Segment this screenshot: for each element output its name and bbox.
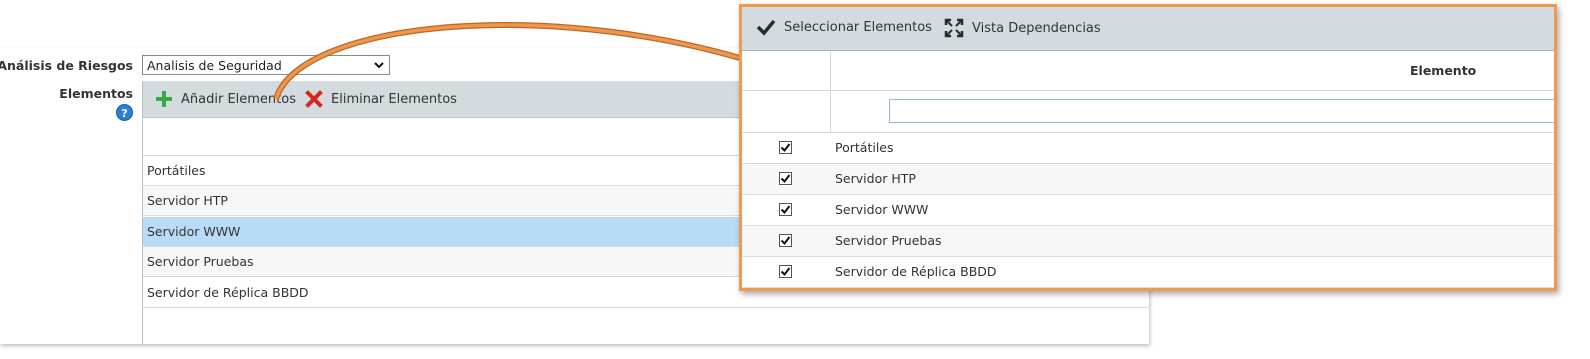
- elemento-column-header[interactable]: Elemento: [1410, 63, 1476, 78]
- row-checkbox[interactable]: [779, 265, 792, 278]
- select-elements-label: Seleccionar Elementos: [784, 19, 932, 35]
- delete-elements-button[interactable]: Eliminar Elementos: [305, 90, 457, 108]
- select-elements-button[interactable]: Seleccionar Elementos: [756, 18, 932, 36]
- checkmark-icon: [780, 205, 791, 215]
- chevron-down-icon: [374, 62, 384, 69]
- row-label: Servidor Pruebas: [835, 233, 942, 248]
- analisis-select-value: Analisis de Seguridad: [147, 58, 282, 73]
- table-row[interactable]: Servidor Pruebas: [742, 226, 1554, 257]
- elemento-filter-input[interactable]: [889, 99, 1554, 123]
- question-icon[interactable]: ?: [116, 104, 133, 121]
- row-label: Servidor WWW: [835, 202, 929, 217]
- row-checkbox[interactable]: [779, 141, 792, 154]
- table-row[interactable]: Servidor de Réplica BBDD: [742, 257, 1554, 288]
- list-item-label: Portátiles: [147, 163, 206, 178]
- checkmark-icon: [780, 267, 791, 277]
- checkmark-icon: [780, 143, 791, 153]
- popup-column-header: Elemento: [742, 51, 1554, 91]
- row-label: Servidor de Réplica BBDD: [835, 264, 997, 279]
- column-divider: [830, 51, 831, 90]
- popup-toolbar: Seleccionar Elementos Vista Dependencias: [742, 7, 1554, 51]
- row-checkbox[interactable]: [779, 203, 792, 216]
- analisis-select[interactable]: Analisis de Seguridad: [142, 55, 390, 75]
- dependency-view-button[interactable]: Vista Dependencias: [944, 18, 1101, 38]
- elementos-label: Elementos: [59, 86, 133, 101]
- column-divider: [830, 91, 831, 132]
- list-item-label: Servidor de Réplica BBDD: [147, 285, 309, 300]
- row-label: Portátiles: [835, 140, 894, 155]
- row-checkbox[interactable]: [779, 172, 792, 185]
- svg-text:?: ?: [121, 107, 127, 120]
- popup-filter-row: [742, 91, 1554, 133]
- checkmark-icon: [780, 236, 791, 246]
- table-row[interactable]: Servidor WWW: [742, 195, 1554, 226]
- row-label: Servidor HTP: [835, 171, 916, 186]
- checkmark-icon: [756, 19, 776, 36]
- list-item-label: Servidor WWW: [147, 224, 241, 239]
- plus-icon: [156, 91, 172, 107]
- list-item-label: Servidor HTP: [147, 193, 228, 208]
- add-elements-label: Añadir Elementos: [181, 91, 296, 107]
- delete-elements-label: Eliminar Elementos: [331, 91, 457, 107]
- row-checkbox[interactable]: [779, 234, 792, 247]
- add-elements-button[interactable]: Añadir Elementos: [155, 90, 296, 108]
- select-elements-popup: Seleccionar Elementos Vista Dependencias…: [739, 4, 1557, 291]
- table-row[interactable]: Portátiles: [742, 133, 1554, 164]
- checkmark-icon: [780, 174, 791, 184]
- x-icon: [305, 90, 323, 108]
- table-row[interactable]: Servidor HTP: [742, 164, 1554, 195]
- list-item-label: Servidor Pruebas: [147, 254, 254, 269]
- analisis-label: Análisis de Riesgos: [0, 58, 133, 73]
- dependency-view-label: Vista Dependencias: [972, 20, 1101, 36]
- expand-icon: [944, 18, 964, 38]
